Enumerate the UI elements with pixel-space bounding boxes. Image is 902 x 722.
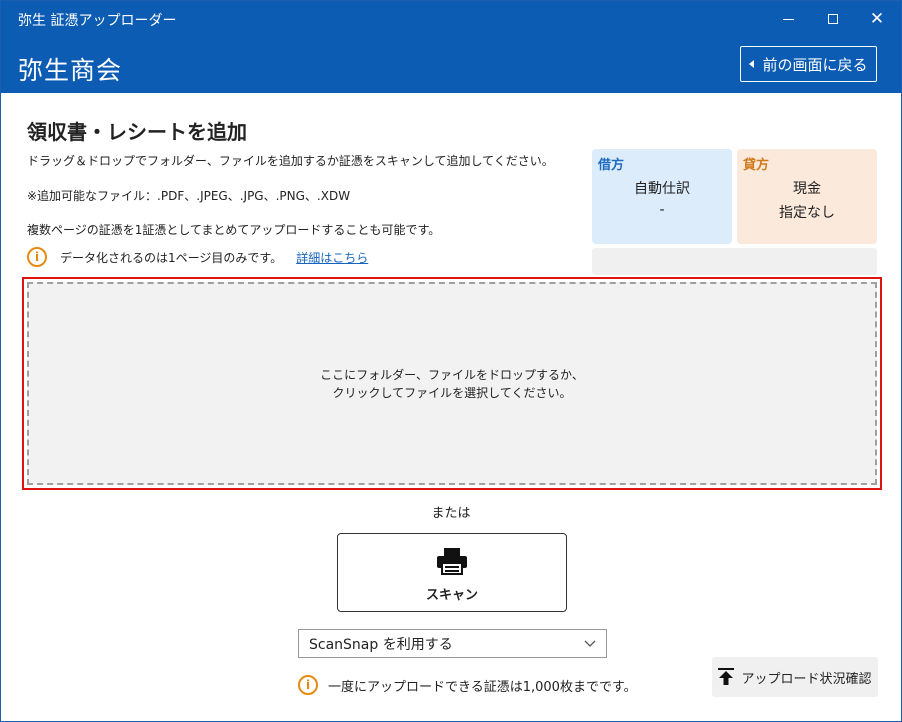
drop-zone-text-1: ここにフォルダー、ファイルをドロップするか、 xyxy=(320,367,584,382)
multi-page-text: 複数ページの証憑を1証憑としてまとめてアップロードすることも可能です。 xyxy=(27,223,441,237)
close-icon: ✕ xyxy=(869,8,885,29)
info-icon: i xyxy=(298,675,318,695)
maximize-icon xyxy=(828,14,838,24)
credit-value: 現金 xyxy=(793,181,821,197)
credit-card: 貸方 現金 指定なし xyxy=(737,149,877,244)
upload-status-label: アップロード状況確認 xyxy=(741,671,872,687)
upload-limit-text: 一度にアップロードできる証憑は1,000枚までです。 xyxy=(328,679,637,695)
drop-zone-frame: ここにフォルダー、ファイルをドロップするか、 クリックしてファイルを選択してくだ… xyxy=(22,277,882,490)
app-header: 弥生商会 前の画面に戻る xyxy=(1,37,901,93)
upload-icon xyxy=(718,668,735,685)
drop-zone-text-2: クリックしてファイルを選択してください。 xyxy=(332,385,572,400)
printer-icon xyxy=(437,548,467,575)
scan-button-label: スキャン xyxy=(425,588,478,603)
first-page-notice: i データ化されるのは1ページ目のみです。 詳細はこちら xyxy=(27,247,368,267)
debit-value: 自動仕訳 xyxy=(634,181,690,197)
minimize-button[interactable] xyxy=(765,1,811,37)
upload-limit-notice: i 一度にアップロードできる証憑は1,000枚までです。 xyxy=(298,675,637,695)
back-button-label: 前の画面に戻る xyxy=(762,55,868,74)
upload-status-button[interactable]: アップロード状況確認 xyxy=(712,657,878,697)
credit-label: 貸方 xyxy=(743,158,770,173)
info-icon: i xyxy=(27,247,47,267)
back-button[interactable]: 前の画面に戻る xyxy=(740,46,877,82)
caret-left-icon xyxy=(749,60,755,68)
chevron-down-icon xyxy=(584,640,596,647)
file-types-text: ※追加可能なファイル：.PDF、.JPEG、.JPG、.PNG、.XDW xyxy=(27,189,351,203)
debit-card: 借方 自動仕訳 - xyxy=(592,149,732,244)
window-title: 弥生 証憑アップローダー xyxy=(18,13,177,29)
close-button[interactable]: ✕ xyxy=(854,1,900,37)
maximize-button[interactable] xyxy=(810,1,856,37)
scanner-select-value: ScanSnap を利用する xyxy=(309,636,453,653)
app-window: 弥生 証憑アップローダー ✕ 弥生商会 前の画面に戻る 領収書・レシートを追加 … xyxy=(0,0,902,722)
debit-subvalue: - xyxy=(659,202,665,218)
or-separator: または xyxy=(431,506,471,521)
instructions-text: ドラッグ＆ドロップでフォルダー、ファイルを追加するか証憑をスキャンして追加してく… xyxy=(27,154,554,168)
scanner-select[interactable]: ScanSnap を利用する xyxy=(298,629,607,658)
scan-button[interactable]: スキャン xyxy=(337,533,567,612)
summary-placeholder xyxy=(592,248,877,275)
page-title: 領収書・レシートを追加 xyxy=(27,120,247,144)
file-drop-zone[interactable]: ここにフォルダー、ファイルをドロップするか、 クリックしてファイルを選択してくだ… xyxy=(27,282,877,485)
title-bar: 弥生 証憑アップローダー ✕ xyxy=(1,1,901,37)
notice-text: データ化されるのは1ページ目のみです。 xyxy=(60,250,283,265)
company-name: 弥生商会 xyxy=(18,56,123,85)
minimize-icon xyxy=(782,18,794,20)
credit-subvalue: 指定なし xyxy=(779,205,835,221)
debit-label: 借方 xyxy=(598,158,625,173)
details-link[interactable]: 詳細はこちら xyxy=(296,249,368,266)
